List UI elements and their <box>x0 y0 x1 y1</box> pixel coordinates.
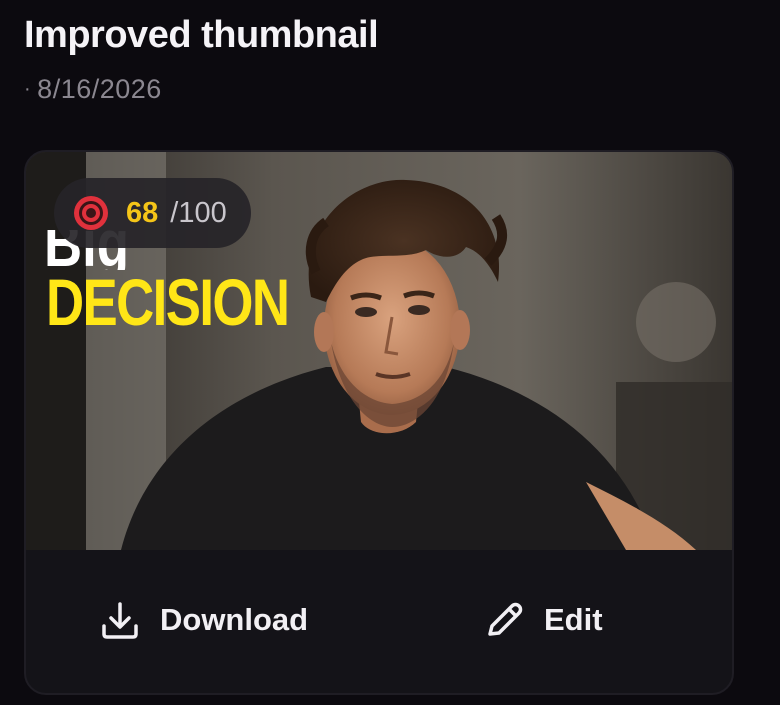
date-prefix: · <box>24 78 32 100</box>
date-meta: · 8/16/2026 <box>24 74 162 105</box>
download-icon <box>102 602 138 639</box>
card-actions: Download Edit <box>26 550 732 693</box>
page-title: Improved thumbnail <box>24 14 379 56</box>
edit-button[interactable]: Edit <box>482 598 603 642</box>
thumbnail-headline: DECISION <box>46 265 290 339</box>
thumbnail-image[interactable]: Big DECISION 68 /100 <box>26 152 732 550</box>
score-value: 68 <box>126 196 159 229</box>
date-text: 8/16/2026 <box>37 74 162 104</box>
download-button[interactable]: Download <box>98 598 308 642</box>
thumbnail-card: Big DECISION 68 /100 Download Edit <box>24 150 734 695</box>
pencil-icon <box>488 602 523 636</box>
edit-label: Edit <box>544 602 603 637</box>
target-icon <box>74 196 108 230</box>
thumbnail-result-panel: Improved thumbnail · 8/16/2026 Big DECIS… <box>0 0 780 705</box>
download-label: Download <box>160 602 309 637</box>
score-max: /100 <box>170 196 227 229</box>
score-badge: 68 /100 <box>54 178 251 248</box>
